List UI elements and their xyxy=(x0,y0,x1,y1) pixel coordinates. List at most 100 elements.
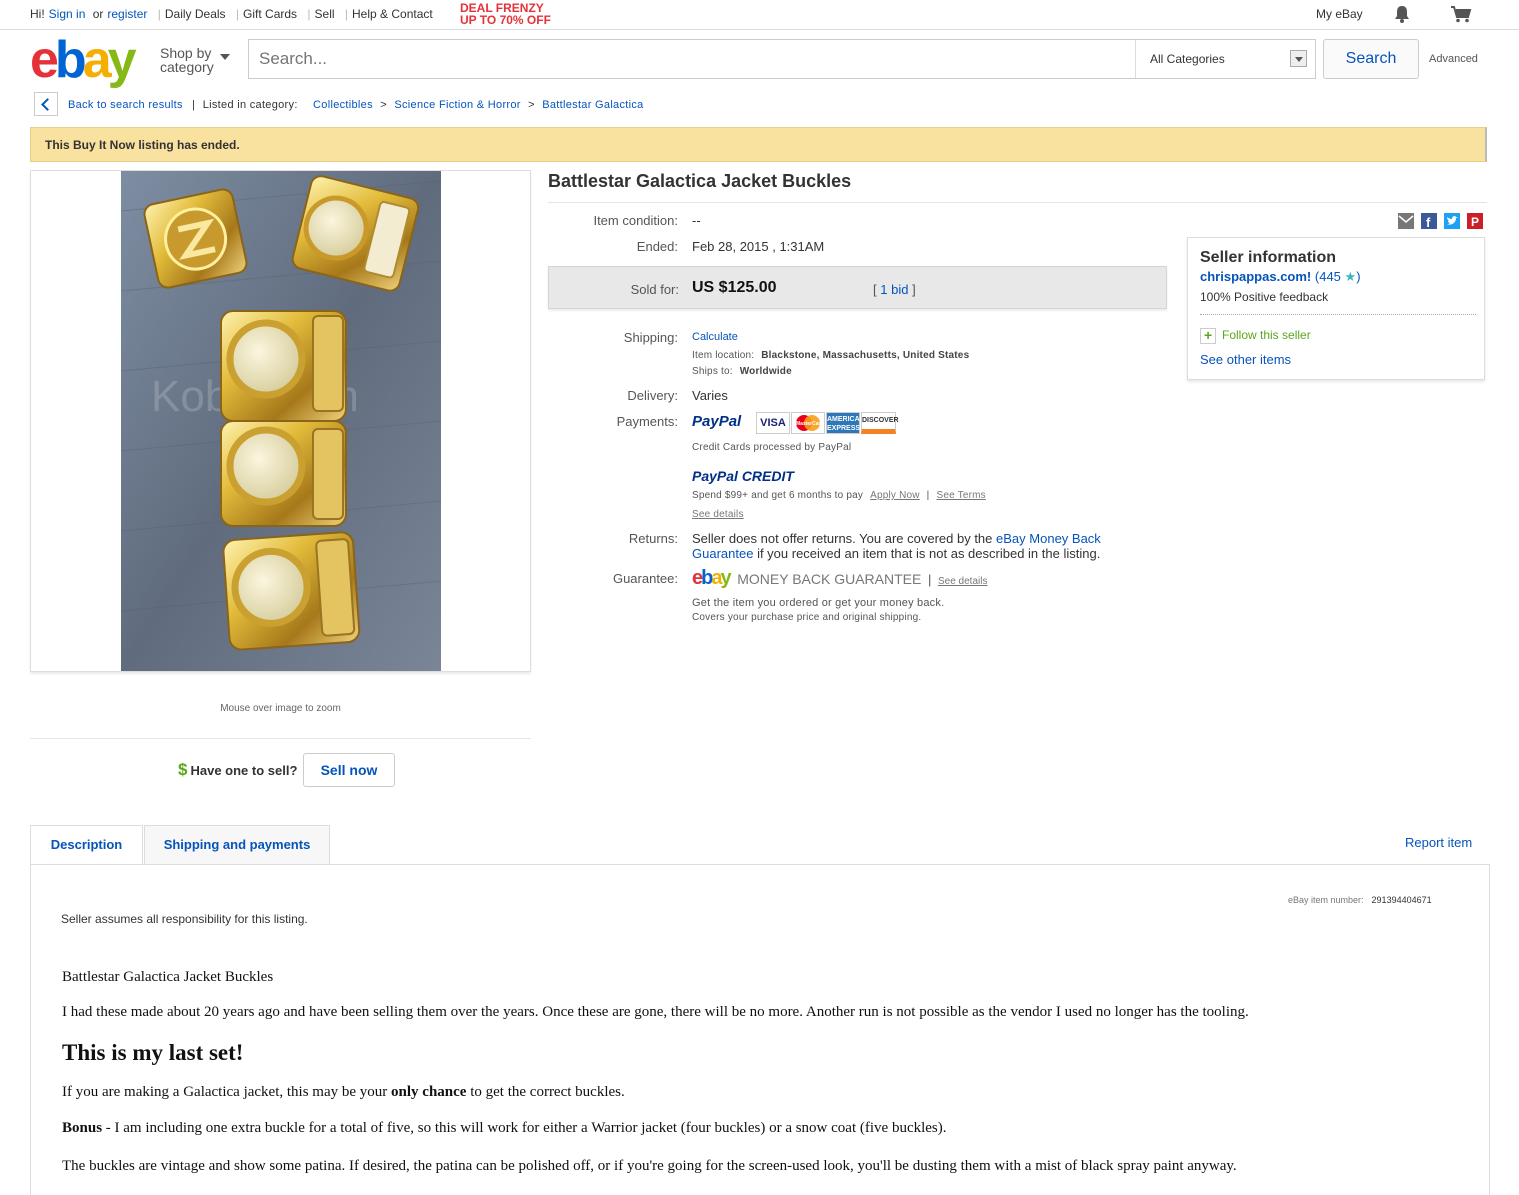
bracket: [ xyxy=(873,282,877,297)
deal-line-2: UP TO 70% OFF xyxy=(460,13,551,27)
returns-text-part: if you received an item that is not as d… xyxy=(757,546,1101,561)
guarantee-see-details-link[interactable]: See details xyxy=(938,576,987,587)
deal-frenzy-promo[interactable]: DEAL FRENZY UP TO 70% OFF xyxy=(460,2,551,26)
category-select[interactable]: All Categories xyxy=(1135,40,1315,78)
ebay-logo[interactable]: ebay xyxy=(30,31,137,89)
text-run-bold: Bonus xyxy=(62,1120,103,1136)
separator: | xyxy=(344,7,348,21)
back-arrow-icon[interactable] xyxy=(34,92,58,116)
bid-count: [ 1 bid ] xyxy=(873,282,916,297)
see-details-link[interactable]: See details xyxy=(692,509,744,520)
shipping-calculate-link[interactable]: Calculate xyxy=(692,331,738,343)
ended-value: Feb 28, 2015 , 1:31AM xyxy=(692,239,825,254)
facebook-icon[interactable]: f xyxy=(1421,213,1437,230)
my-ebay-link[interactable]: My eBay xyxy=(1316,7,1363,21)
tab-shipping-payments[interactable]: Shipping and payments xyxy=(144,825,330,865)
separator: | xyxy=(235,7,240,21)
mastercard-label: MasterCard xyxy=(796,421,824,427)
sold-label: Sold for: xyxy=(630,282,679,297)
logo-letter: e xyxy=(30,31,59,89)
divider xyxy=(548,202,1487,203)
apply-now-link[interactable]: Apply Now xyxy=(870,490,920,501)
register-link[interactable]: register xyxy=(107,7,147,21)
description-paragraph: If you are making a Galactica jacket, th… xyxy=(62,1084,625,1101)
returns-text: Seller does not offer returns. You are c… xyxy=(692,531,1112,561)
item-photo[interactable]: Kobol.com xyxy=(121,171,441,671)
seller-name-link[interactable]: chrispappas.com! xyxy=(1200,269,1311,284)
bid-history-link[interactable]: 1 bid xyxy=(880,282,908,297)
sell-now-button[interactable]: Sell now xyxy=(303,753,395,787)
logo-letter: b xyxy=(701,567,713,589)
search-button[interactable]: Search xyxy=(1323,39,1419,79)
paypal-logo: PayPal xyxy=(692,413,742,430)
twitter-icon[interactable] xyxy=(1444,213,1460,229)
follow-seller-button[interactable]: Follow this seller xyxy=(1200,327,1311,344)
description-heading: This is my last set! xyxy=(62,1040,244,1065)
item-number-value: 291394404671 xyxy=(1371,895,1432,905)
positive-feedback: 100% Positive feedback xyxy=(1200,290,1329,304)
shop-by-line-2: category xyxy=(160,59,214,75)
text-run: - I am including one extra buckle for a … xyxy=(105,1120,947,1136)
feedback-score-link[interactable]: (445 xyxy=(1315,269,1341,284)
tab-description[interactable]: Description xyxy=(30,825,143,865)
daily-deals-link[interactable]: Daily Deals xyxy=(165,7,226,21)
email-icon[interactable] xyxy=(1398,213,1414,229)
breadcrumb-battlestar-galactica[interactable]: Battlestar Galactica xyxy=(542,99,643,111)
breadcrumb-collectibles[interactable]: Collectibles xyxy=(313,99,373,111)
greeting: Hi! xyxy=(30,7,45,21)
logo-letter: y xyxy=(107,31,137,89)
guarantee-line-1: Get the item you ordered or get your mon… xyxy=(692,597,945,609)
shipping-label: Shipping: xyxy=(623,330,678,345)
svg-text:f: f xyxy=(1426,215,1431,229)
seller-responsibility-note: Seller assumes all responsibility for th… xyxy=(61,912,308,926)
plus-icon xyxy=(1200,327,1216,344)
breadcrumb-scifi-horror[interactable]: Science Fiction & Horror xyxy=(394,99,520,111)
item-location: Item location: Blackstone, Massachusetts… xyxy=(692,350,969,361)
delivery-value: Varies xyxy=(692,388,728,403)
gift-cards-link[interactable]: Gift Cards xyxy=(243,7,297,21)
notification-bell-icon[interactable] xyxy=(1393,5,1411,28)
description-paragraph: The buckles are vintage and show some pa… xyxy=(62,1158,1237,1174)
global-header: Hi! Sign in or register | Daily Deals | Gift… xyxy=(0,0,1519,30)
have-one-text: Have one to sell? xyxy=(190,763,298,778)
separator: | xyxy=(307,7,311,21)
pinterest-icon[interactable]: P xyxy=(1467,213,1483,229)
have-one-to-sell: $ Have one to sell? xyxy=(178,760,297,780)
back-to-search-link[interactable]: Back to search results xyxy=(68,99,183,111)
money-back-guarantee-link[interactable]: eBay Money Back xyxy=(996,531,1101,546)
seller-name-row: chrispappas.com! (445 ★) xyxy=(1200,269,1361,285)
see-other-items-link[interactable]: See other items xyxy=(1200,352,1291,367)
shop-by-category-button[interactable]: Shop by category xyxy=(160,45,230,75)
search-input[interactable] xyxy=(249,40,1135,78)
separator: | xyxy=(157,7,161,21)
ships-to: Ships to: Worldwide xyxy=(692,366,792,377)
category-select-value: All Categories xyxy=(1150,52,1225,66)
logo-letter: e xyxy=(692,567,703,589)
description-paragraph: Bonus - I am including one extra buckle … xyxy=(62,1120,947,1137)
guarantee-link[interactable]: Guarantee xyxy=(692,546,753,561)
sell-link[interactable]: Sell xyxy=(315,7,335,21)
condition-value: -- xyxy=(692,213,701,228)
breadcrumb-separator: > xyxy=(380,99,387,111)
item-number-label: eBay item number: xyxy=(1288,895,1364,905)
search-bar: All Categories xyxy=(248,39,1316,79)
report-item-link[interactable]: Report item xyxy=(1405,835,1472,850)
cc-note: Credit Cards processed by PayPal xyxy=(692,442,852,453)
seller-info-panel: Seller information chrispappas.com! (445… xyxy=(1187,237,1485,380)
listing-ended-banner: This Buy It Now listing has ended. xyxy=(30,127,1487,162)
advanced-search-link[interactable]: Advanced xyxy=(1429,53,1478,65)
help-contact-link[interactable]: Help & Contact xyxy=(352,7,433,21)
see-terms-link[interactable]: See Terms xyxy=(936,490,985,501)
amex-card-icon: AMERICAN EXPRESS xyxy=(826,412,865,434)
dollar-icon: $ xyxy=(178,760,188,779)
paren: ) xyxy=(1356,269,1361,284)
cart-icon[interactable] xyxy=(1450,5,1472,28)
returns-label: Returns: xyxy=(628,531,678,546)
chevron-down-icon xyxy=(220,54,230,60)
ebay-mbg-logo: ebay xyxy=(692,567,732,589)
shop-by-line-1: Shop by xyxy=(160,45,212,61)
separator: | xyxy=(192,99,196,111)
or-text: or xyxy=(92,7,104,21)
zoom-hint: Mouse over image to zoom xyxy=(220,703,341,714)
sign-in-link[interactable]: Sign in xyxy=(49,7,86,21)
